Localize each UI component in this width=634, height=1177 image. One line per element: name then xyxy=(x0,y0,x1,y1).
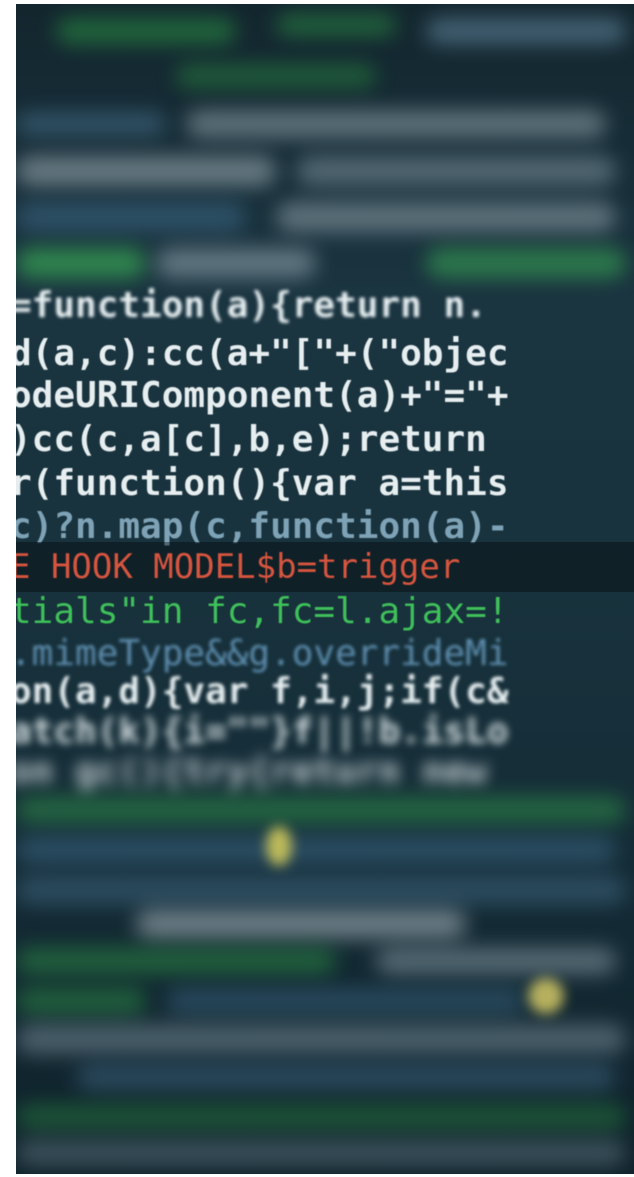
code-line-8: tials"in fc,fc=l.ajax=! xyxy=(16,591,509,632)
blurred-code-bottom-3 xyxy=(16,876,626,904)
blurred-code-bottom-10 xyxy=(76,1064,616,1090)
blurred-code-top-2 xyxy=(276,14,396,36)
blurred-code-top-4 xyxy=(176,64,376,88)
code-line-4: )cc(c,a[c],b,e);return xyxy=(16,419,487,460)
code-line-12: on gc(){try{return new xyxy=(16,751,487,792)
blurred-code-bottom-5 xyxy=(16,948,336,974)
code-line-5: r(function(){var a=this xyxy=(16,463,509,504)
blurred-code-bottom-1 xyxy=(16,796,626,824)
code-line-7: E HOOK MODEL$b=trigger xyxy=(16,547,461,587)
code-line-2: d(a,c):cc(a+"["+("objec xyxy=(16,333,509,374)
blurred-code-top-7 xyxy=(16,156,276,186)
code-line-10: on(a,d){var f,i,j;if(c& xyxy=(16,671,509,712)
blurred-code-bottom-9 xyxy=(16,1024,626,1054)
blurred-code-top-1 xyxy=(56,18,236,44)
blurred-code-top-10 xyxy=(276,202,616,232)
blurred-code-bottom-2 xyxy=(16,836,616,864)
code-line-9: .mimeType&&g.overrideMi xyxy=(16,633,509,674)
blurred-code-bottom-4 xyxy=(136,910,466,938)
code-photo: =function(a){return n. d(a,c):cc(a+"["+(… xyxy=(16,4,634,1174)
blurred-code-top-9 xyxy=(16,202,246,232)
blurred-code-top-6 xyxy=(186,110,606,138)
blurred-code-bottom-11 xyxy=(16,1104,626,1130)
blurred-code-top-13 xyxy=(426,248,626,278)
blurred-code-top-11 xyxy=(16,248,146,278)
blurred-code-bottom-8 xyxy=(166,988,526,1014)
blurred-code-bottom-7 xyxy=(16,988,146,1014)
code-line-11: atch(k){i=""}f||!b.isLo xyxy=(16,711,509,752)
light-bokeh-1 xyxy=(266,826,292,866)
code-line-6: c)?n.map(c,function(a)- xyxy=(16,506,509,547)
code-line-3: odeURIComponent(a)+"="+ xyxy=(16,375,509,416)
blurred-code-bottom-12 xyxy=(16,1140,626,1166)
code-line-1: =function(a){return n. xyxy=(16,285,487,326)
blurred-code-top-3 xyxy=(426,18,626,44)
blurred-code-top-5 xyxy=(16,112,166,136)
light-bokeh-2 xyxy=(528,978,564,1014)
blurred-code-top-8 xyxy=(296,156,616,186)
blurred-code-top-12 xyxy=(156,248,316,278)
blurred-code-bottom-6 xyxy=(376,948,616,974)
